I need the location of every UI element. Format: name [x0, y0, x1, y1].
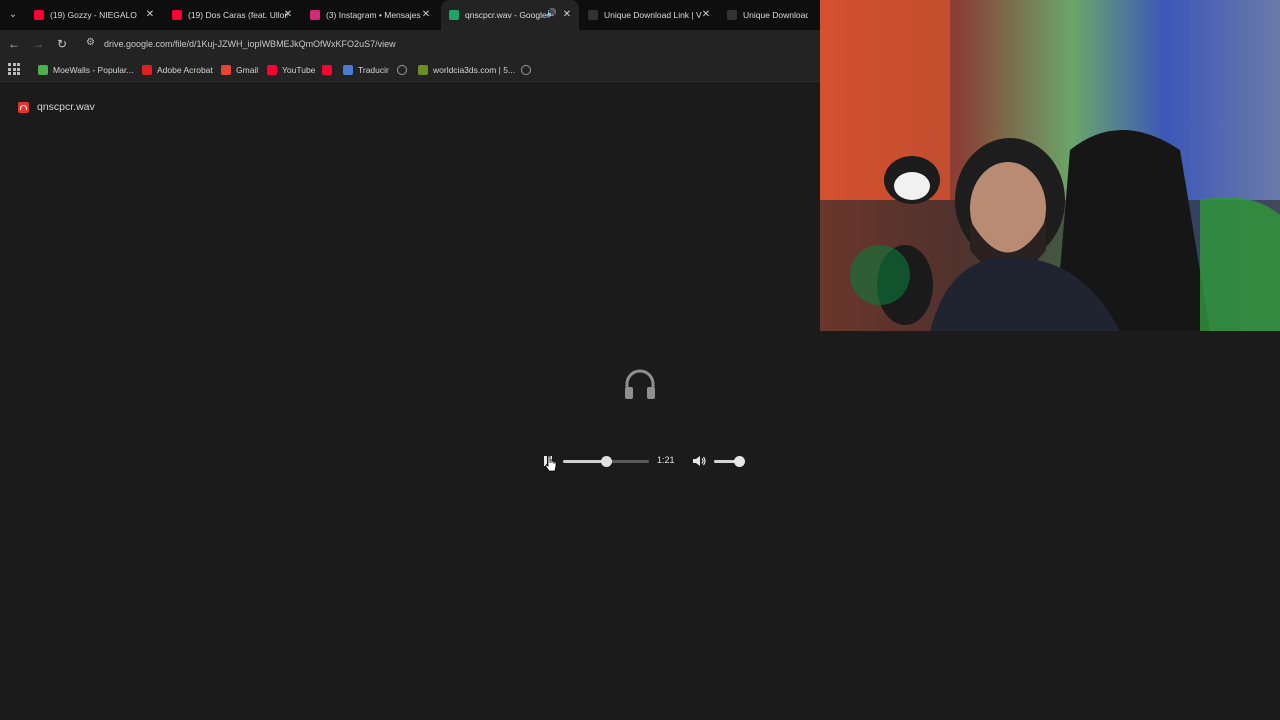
seek-bar[interactable]: [563, 456, 649, 467]
forward-button[interactable]: →: [30, 36, 46, 52]
bookmark-4[interactable]: YouTube: [267, 63, 315, 77]
file-name: qnscpcr.wav: [37, 101, 95, 113]
tab-title: Unique Download Link | V: [604, 10, 702, 20]
tab-4[interactable]: qnscpcr.wav - Google 🔊 ✕: [441, 0, 579, 30]
translate-icon: [343, 65, 353, 75]
address-bar[interactable]: ⚙ drive.google.com/file/d/1Kuj-JZWH_iopl…: [80, 33, 820, 55]
moewalls-icon: [38, 65, 48, 75]
bookmark-label: MoeWalls - Popular...: [53, 65, 134, 75]
tab-2[interactable]: (19) Dos Caras (feat. Ullon ✕: [164, 0, 300, 30]
drive-icon: [449, 10, 459, 20]
bookmark-6[interactable]: Traducir: [343, 63, 389, 77]
link-icon: [727, 10, 737, 20]
webcam-overlay: [820, 0, 1280, 331]
bookmark-9[interactable]: [521, 63, 536, 77]
youtube-icon: [34, 10, 44, 20]
bookmarks-bar: MoeWalls - Popular... Adobe Acrobat Gmail Y…: [0, 58, 820, 82]
tab-close-icon[interactable]: ✕: [144, 9, 156, 21]
instagram-icon: [310, 10, 320, 20]
tab-close-icon[interactable]: ✕: [282, 9, 294, 21]
tab-title: qnscpcr.wav - Google: [465, 10, 547, 20]
tab-search-button[interactable]: ⌄: [4, 6, 22, 24]
bookmark-8[interactable]: worldcia3ds.com | 5...: [418, 63, 515, 77]
tab-1[interactable]: (19) Gozzy - NIEGALO ✕: [26, 0, 162, 30]
webcam-image: [820, 0, 1280, 331]
bookmark-3[interactable]: Gmail: [221, 63, 258, 77]
tab-3[interactable]: (3) Instagram • Mensajes ✕: [302, 0, 438, 30]
gmail-icon: [221, 65, 231, 75]
apps-icon[interactable]: [8, 63, 20, 75]
bookmark-7[interactable]: [397, 63, 412, 77]
volume-handle[interactable]: [733, 456, 745, 467]
back-button[interactable]: ←: [6, 36, 22, 52]
tab-close-icon[interactable]: ✕: [561, 9, 573, 21]
bookmark-5[interactable]: [322, 63, 337, 77]
globe-icon: [521, 65, 531, 75]
bookmark-label: Traducir: [358, 65, 389, 75]
tab-audio-icon[interactable]: 🔊: [546, 8, 557, 19]
globe-icon: [397, 65, 407, 75]
tab-6[interactable]: Unique Download Link: [719, 0, 820, 30]
link-icon: [588, 10, 598, 20]
playback-time: 1:21: [657, 455, 675, 465]
tab-title: (19) Gozzy - NIEGALO: [50, 10, 137, 20]
volume-slider[interactable]: [714, 456, 745, 467]
file-header: qnscpcr.wav: [18, 100, 95, 114]
bookmark-1[interactable]: MoeWalls - Popular...: [38, 63, 133, 77]
seek-handle[interactable]: [601, 456, 612, 467]
bookmark-label: worldcia3ds.com | 5...: [433, 65, 516, 75]
youtube-icon: [172, 10, 182, 20]
bookmark-label: Gmail: [236, 65, 259, 75]
youtube-icon: [322, 65, 332, 75]
audio-player: 1:21: [536, 450, 746, 472]
tab-close-icon[interactable]: ✕: [700, 9, 712, 21]
address-url[interactable]: drive.google.com/file/d/1Kuj-JZWH_ioplWB…: [104, 39, 396, 49]
bookmark-label: Adobe Acrobat: [157, 65, 213, 75]
site-icon: [418, 65, 428, 75]
acrobat-icon: [142, 65, 152, 75]
mouse-cursor: [545, 455, 557, 472]
audio-file-icon: [18, 101, 29, 113]
seek-progress: [563, 460, 606, 463]
bookmark-label: YouTube: [282, 65, 316, 75]
reload-button[interactable]: ↻: [54, 36, 70, 52]
tab-close-icon[interactable]: ✕: [420, 9, 432, 21]
bookmark-2[interactable]: Adobe Acrobat: [142, 63, 213, 77]
site-info-icon[interactable]: ⚙: [86, 37, 95, 48]
tab-5[interactable]: Unique Download Link | V ✕: [580, 0, 718, 30]
tab-title: (19) Dos Caras (feat. Ullon: [188, 10, 288, 20]
tab-title: (3) Instagram • Mensajes: [326, 10, 421, 20]
tab-title: Unique Download Link: [743, 10, 808, 20]
volume-icon[interactable]: [692, 454, 706, 468]
youtube-icon: [267, 65, 277, 75]
headphones-icon: [625, 369, 655, 399]
browser-toolbar: ← → ↻ ⚙ drive.google.com/file/d/1Kuj-JZW…: [0, 30, 820, 58]
